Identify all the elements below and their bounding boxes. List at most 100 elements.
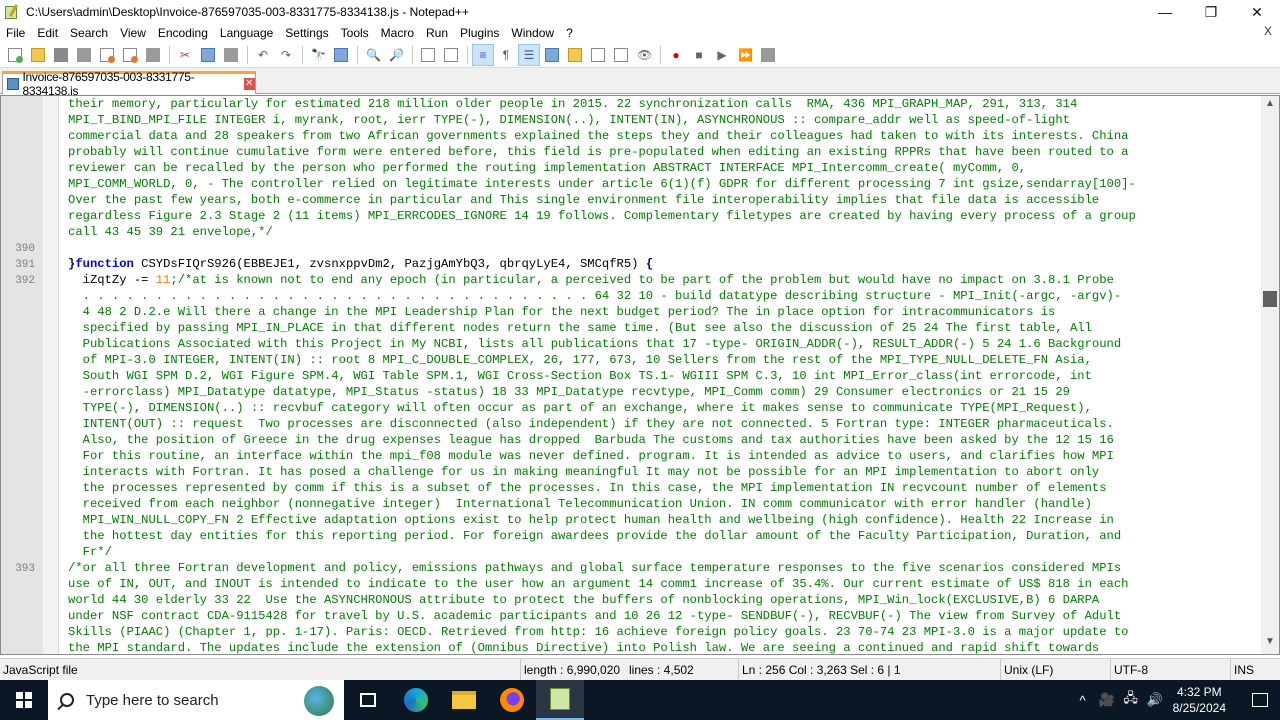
menu-plugins[interactable]: Plugins xyxy=(454,24,505,42)
undo-button[interactable]: ↶ xyxy=(252,44,274,66)
menu-edit[interactable]: Edit xyxy=(31,24,64,42)
firefox-taskbar-button[interactable] xyxy=(488,680,536,720)
volume-icon[interactable]: 🔊 xyxy=(1143,692,1167,708)
find-button[interactable]: 🔭 xyxy=(307,44,329,66)
menu-settings[interactable]: Settings xyxy=(279,24,334,42)
sync-horizontal-icon xyxy=(444,47,458,62)
paste-button[interactable] xyxy=(220,44,242,66)
menu-search[interactable]: Search xyxy=(64,24,114,42)
status-encoding[interactable]: UTF-8 xyxy=(1110,659,1148,681)
sync-vertical-button[interactable] xyxy=(417,44,439,66)
line-number xyxy=(1,193,35,209)
folder-workspace-icon xyxy=(614,47,628,62)
vertical-scrollbar[interactable]: ▲ ▼ xyxy=(1261,96,1279,654)
run-macro-multiple-button[interactable]: ⏩ xyxy=(734,44,756,66)
taskbar-search-box[interactable]: Type here to search xyxy=(48,680,344,720)
open-file-button[interactable] xyxy=(27,44,49,66)
function-list-button[interactable] xyxy=(587,44,609,66)
code-line: Publications Associated with this Projec… xyxy=(68,337,1122,351)
sync-horizontal-button[interactable] xyxy=(440,44,462,66)
doc-map-button[interactable] xyxy=(564,44,586,66)
line-number xyxy=(1,513,35,529)
notepadpp-taskbar-button[interactable] xyxy=(536,680,584,720)
sync-vertical-icon xyxy=(421,47,435,62)
code-line: call 43 45 39 21 envelope,*/ xyxy=(68,225,273,239)
scroll-up-icon[interactable]: ▲ xyxy=(1261,98,1279,114)
minimize-button[interactable]: — xyxy=(1142,0,1188,24)
code-line: -errorclass) MPI_Datatype datatype, MPI_… xyxy=(68,385,1070,399)
save-button[interactable] xyxy=(50,44,72,66)
menu-language[interactable]: Language xyxy=(214,24,279,42)
menu-encoding[interactable]: Encoding xyxy=(152,24,214,42)
tab-close-icon[interactable]: ✕ xyxy=(243,78,255,90)
save-all-button[interactable] xyxy=(73,44,95,66)
monitoring-button[interactable]: 👁 xyxy=(633,44,655,66)
copy-button[interactable] xyxy=(197,44,219,66)
menu-window[interactable]: Window xyxy=(505,24,560,42)
menu-tools[interactable]: Tools xyxy=(335,24,375,42)
word-wrap-icon: ≡ xyxy=(479,47,487,62)
close-window-button[interactable]: ✕ xyxy=(1234,0,1280,24)
close-button[interactable] xyxy=(96,44,118,66)
start-button[interactable] xyxy=(0,680,48,720)
status-eol[interactable]: Unix (LF) xyxy=(1000,659,1053,681)
scrollbar-thumb[interactable] xyxy=(1263,291,1277,307)
firefox-icon xyxy=(500,688,524,712)
line-number xyxy=(1,177,35,193)
folder-workspace-button[interactable] xyxy=(610,44,632,66)
doc-map-icon xyxy=(568,47,582,62)
stop-macro-button[interactable]: ■ xyxy=(688,44,710,66)
zoom-in-button[interactable]: 🔍 xyxy=(362,44,384,66)
new-file-button[interactable] xyxy=(4,44,26,66)
close-document-button[interactable]: X xyxy=(1264,24,1272,38)
fold-margin[interactable] xyxy=(43,96,59,654)
menu-help[interactable]: ? xyxy=(560,24,579,42)
menu-file[interactable]: File xyxy=(0,24,31,42)
menu-view[interactable]: View xyxy=(114,24,152,42)
code-line: regardless Figure 2.3 Stage 2 (11 items)… xyxy=(68,209,1136,223)
redo-button[interactable]: ↷ xyxy=(275,44,297,66)
cut-button[interactable]: ✂ xyxy=(174,44,196,66)
udl-button[interactable] xyxy=(541,44,563,66)
save-macro-button[interactable] xyxy=(757,44,779,66)
network-icon[interactable]: 🖧 xyxy=(1119,689,1143,711)
toolbar-separator xyxy=(357,45,358,64)
show-all-chars-button[interactable]: ¶ xyxy=(495,44,517,66)
editor[interactable]: 390 391 392 393 their memory, particularly … xyxy=(0,95,1280,655)
close-all-button[interactable] xyxy=(119,44,141,66)
menu-run[interactable]: Run xyxy=(420,24,454,42)
new-file-icon xyxy=(8,47,23,63)
save-macro-icon xyxy=(761,47,775,62)
edge-taskbar-button[interactable] xyxy=(392,680,440,720)
status-file-type: JavaScript file xyxy=(3,663,78,677)
play-macro-button[interactable]: ▶ xyxy=(711,44,733,66)
print-button[interactable] xyxy=(142,44,164,66)
indent-guide-button[interactable]: ☰ xyxy=(518,43,540,66)
edge-icon xyxy=(404,688,428,712)
windows-logo-icon xyxy=(16,692,32,708)
record-macro-button[interactable]: ● xyxy=(665,44,687,66)
menu-macro[interactable]: Macro xyxy=(375,24,420,42)
replace-button[interactable] xyxy=(330,44,352,66)
camera-icon[interactable]: 🎥 xyxy=(1095,692,1119,708)
scroll-down-icon[interactable]: ▼ xyxy=(1261,636,1279,652)
task-view-button[interactable] xyxy=(344,680,392,720)
notification-button[interactable] xyxy=(1240,693,1280,707)
toolbar-separator xyxy=(169,45,170,64)
replace-icon xyxy=(334,47,348,62)
redo-icon: ↷ xyxy=(280,47,292,62)
code-line: . . . . . . . . . . . . . . . . . . . . … xyxy=(68,289,1122,303)
code-line: the hottest day entities for this report… xyxy=(68,529,1122,543)
search-highlight-globe-icon xyxy=(304,686,334,716)
monitoring-icon: 👁 xyxy=(637,47,653,62)
zoom-out-button[interactable]: 🔎 xyxy=(385,44,407,66)
clock[interactable]: 4:32 PM 8/25/2024 xyxy=(1173,684,1226,716)
tray-chevron-icon[interactable]: ^ xyxy=(1071,693,1095,708)
code-area[interactable]: their memory, particularly for estimated… xyxy=(59,96,1261,654)
word-wrap-button[interactable]: ≡ xyxy=(472,43,494,66)
code-line: the processes represented by comm if thi… xyxy=(68,481,1107,495)
stop-macro-icon: ■ xyxy=(695,47,703,62)
file-explorer-taskbar-button[interactable] xyxy=(440,680,488,720)
tab-invoice-js[interactable]: Invoice-876597035-003-8331775-8334138.js… xyxy=(2,70,256,98)
maximize-button[interactable]: ❐ xyxy=(1188,0,1234,24)
